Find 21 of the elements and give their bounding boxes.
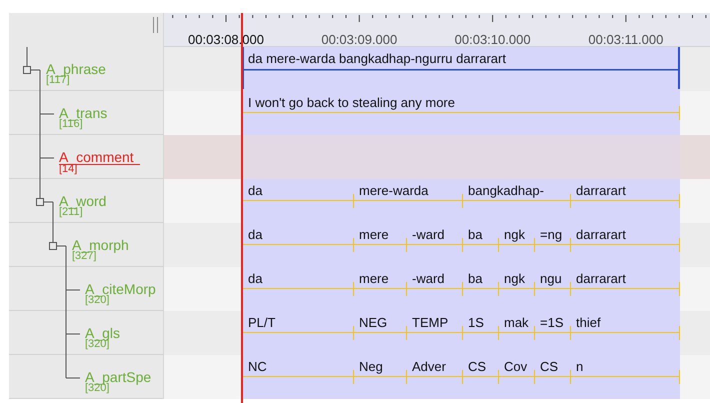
- time-label: 00:03:10.000: [454, 33, 532, 46]
- tree-lines: [66, 267, 80, 311]
- collapse-icon[interactable]: [23, 66, 31, 74]
- tree-lines: [40, 179, 54, 223]
- tree-lines: [26, 47, 40, 91]
- tree-lines: [52, 223, 66, 267]
- collapse-icon[interactable]: [49, 242, 57, 250]
- annotation-count: [117]: [46, 75, 70, 85]
- annotation[interactable]: da mere-warda bangkadhap-ngurru darrarart: [242, 47, 680, 89]
- tier-name[interactable]: A_comment: [59, 150, 140, 165]
- tree-lines: [40, 135, 54, 179]
- tree-lines: [40, 91, 54, 135]
- time-label: 00:03:11.000: [587, 33, 664, 46]
- time-label: 00:03:09.000: [320, 33, 398, 46]
- annotation-count: [116]: [59, 119, 83, 129]
- annotation-count: [211]: [59, 207, 83, 217]
- annotation-count: [320]: [85, 295, 110, 305]
- splitter-handle[interactable]: [153, 17, 158, 33]
- collapse-icon[interactable]: [36, 198, 44, 206]
- annotation-count: [327]: [72, 251, 96, 261]
- annotation-count: [320]: [85, 383, 110, 393]
